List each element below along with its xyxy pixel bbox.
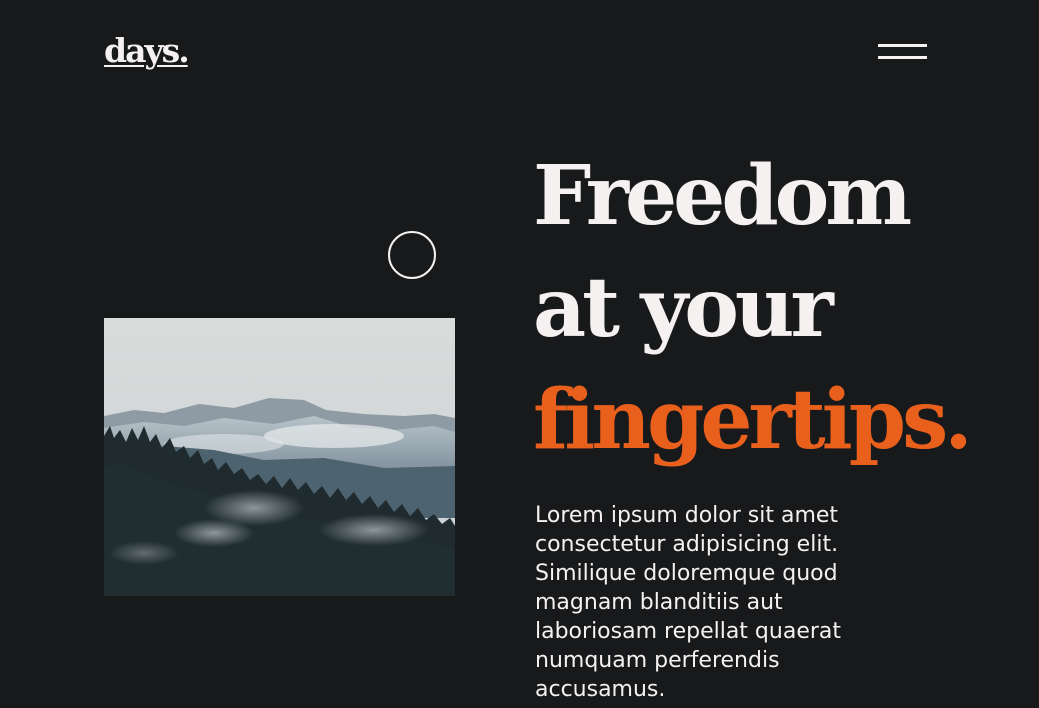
headline-line-2: at your: [533, 260, 834, 356]
hamburger-icon-line: [878, 56, 927, 59]
logo-link[interactable]: days.: [104, 34, 190, 67]
menu-button[interactable]: [878, 44, 927, 62]
hero-image: [104, 318, 455, 596]
hero-body-text: Lorem ipsum dolor sit amet consectetur a…: [535, 503, 842, 702]
mountain-forest-image: [104, 318, 455, 596]
headline-line-3-accent: fingertips.: [533, 372, 973, 468]
hamburger-icon-line: [878, 44, 927, 47]
hero-headline: Freedom at your fingertips.: [533, 140, 973, 476]
circle-cursor-icon: [388, 231, 436, 279]
headline-line-1: Freedom: [533, 148, 912, 244]
